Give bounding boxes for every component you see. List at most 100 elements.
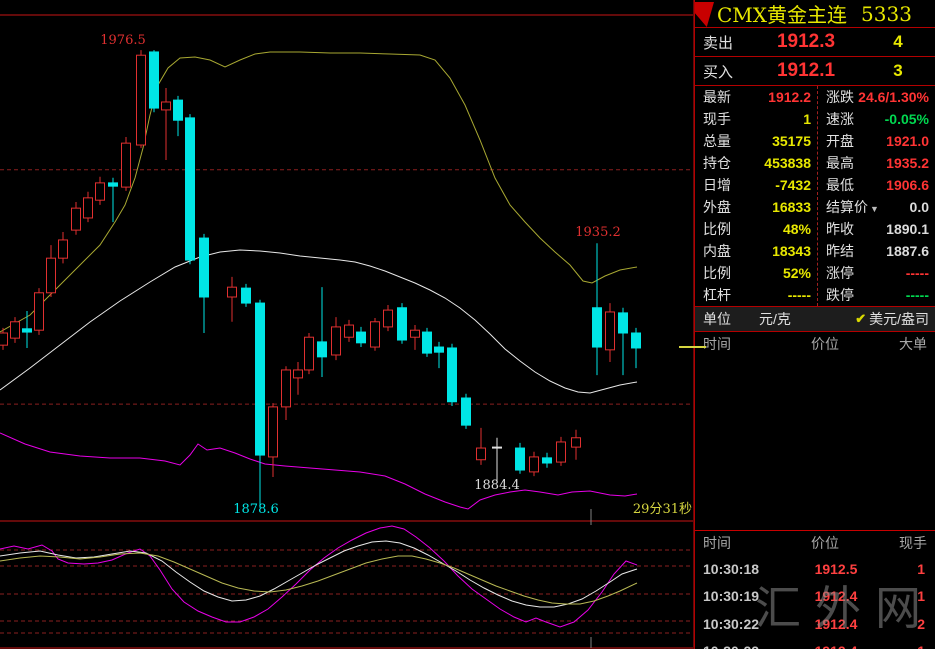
svg-text:1976.5: 1976.5 bbox=[100, 33, 146, 48]
stat-label: 昨收 bbox=[826, 219, 854, 239]
stat-label: 昨结 bbox=[826, 241, 854, 261]
svg-text:1935.2: 1935.2 bbox=[575, 225, 621, 240]
svg-text:29分31秒: 29分31秒 bbox=[633, 502, 692, 517]
stat-label: 比例 bbox=[703, 219, 731, 239]
stat-row: 最高 1935.2 bbox=[818, 152, 935, 174]
trade-price: 1912.4 bbox=[785, 643, 887, 649]
trade-qty: 1 bbox=[887, 561, 935, 577]
ask-qty: 4 bbox=[861, 32, 935, 52]
stats-right-col: 涨跌24.6/1.30% 速涨-0.05%开盘 1921.0 最高 1935.2 最低 19… bbox=[817, 86, 935, 306]
trade-row: 10:30:181912.51 bbox=[695, 555, 935, 583]
stat-label: 涨停 bbox=[826, 263, 854, 283]
stat-label: 最新 bbox=[703, 87, 731, 107]
candlestick-chart[interactable]: 1976.5 1935.2 1884.4 1878.6 29分31秒 bbox=[0, 0, 695, 649]
stat-row: 内盘18343 bbox=[695, 240, 817, 262]
trade-price: 1912.4 bbox=[785, 616, 887, 632]
trades-col-price: 价位 bbox=[775, 533, 875, 553]
trade-row: 10:30:221912.41 bbox=[695, 638, 935, 649]
stat-value: ----- bbox=[788, 287, 811, 303]
stat-value: 48% bbox=[783, 221, 811, 237]
bid-qty: 3 bbox=[861, 61, 935, 81]
chevron-down-icon[interactable]: ▼ bbox=[870, 204, 879, 214]
stat-label: 速涨 bbox=[826, 109, 854, 129]
stat-value: ----- bbox=[906, 265, 929, 281]
stat-row: 速涨-0.05% bbox=[818, 108, 935, 130]
unit-row: 单位 元/克 ✔ 美元/盎司 bbox=[695, 306, 935, 332]
orders-col-price: 价位 bbox=[775, 334, 875, 354]
svg-text:1878.6: 1878.6 bbox=[233, 502, 279, 517]
stat-value: ----- bbox=[906, 287, 929, 303]
stat-row: 比例 52% bbox=[695, 262, 817, 284]
stat-row[interactable]: 结算价▼ 0.0 bbox=[818, 196, 935, 218]
stat-value: 18343 bbox=[772, 243, 811, 259]
stat-value: 1887.6 bbox=[886, 243, 929, 259]
trade-time: 10:30:18 bbox=[695, 561, 785, 577]
stat-label: 现手 bbox=[703, 109, 731, 129]
trade-time: 10:30:22 bbox=[695, 643, 785, 649]
trades-section: 时间 价位 现手 10:30:181912.5110:30:191912.411… bbox=[695, 530, 935, 648]
stat-label: 持仓 bbox=[703, 153, 731, 173]
stat-label: 涨跌 bbox=[826, 87, 854, 107]
trade-row: 10:30:221912.42 bbox=[695, 610, 935, 638]
stats-grid: 最新 1912.2 现手 1 总量 35175 持仓 453838 日增-7432外盘16833… bbox=[695, 86, 935, 306]
trade-price: 1912.4 bbox=[785, 588, 887, 604]
trade-qty: 1 bbox=[887, 588, 935, 604]
trade-time: 10:30:22 bbox=[695, 616, 785, 632]
stat-row: 涨停 ----- bbox=[818, 262, 935, 284]
contract-code: 5333 bbox=[861, 2, 912, 26]
unit-label: 单位 bbox=[695, 309, 731, 329]
bid-price: 1912.1 bbox=[751, 60, 861, 82]
instrument-title: CMX黄金主连 bbox=[717, 0, 847, 28]
stat-label: 总量 bbox=[703, 131, 731, 151]
quote-panel: CMX黄金主连 5333 卖出 1912.3 4 买入 1912.1 3 最新 1… bbox=[694, 0, 935, 649]
stat-value: 52% bbox=[783, 265, 811, 281]
stat-row: 昨收 1890.1 bbox=[818, 218, 935, 240]
stat-row: 持仓 453838 bbox=[695, 152, 817, 174]
stat-label: 外盘 bbox=[703, 197, 731, 217]
trades-rows: 10:30:181912.5110:30:191912.4110:30:2219… bbox=[695, 555, 935, 649]
stat-label: 开盘 bbox=[826, 131, 854, 151]
stat-label: 跌停 bbox=[826, 285, 854, 305]
trade-qty: 1 bbox=[887, 643, 935, 649]
stat-row: 最新 1912.2 bbox=[695, 86, 817, 108]
trades-col-time: 时间 bbox=[695, 533, 775, 553]
trade-qty: 2 bbox=[887, 616, 935, 632]
stat-label: 结算价▼ bbox=[826, 197, 879, 217]
stat-label: 比例 bbox=[703, 263, 731, 283]
bid-row[interactable]: 买入 1912.1 3 bbox=[695, 57, 935, 86]
chart-svg[interactable]: 1976.5 1935.2 1884.4 1878.6 29分31秒 bbox=[0, 0, 695, 649]
stat-value: 24.6/1.30% bbox=[858, 89, 929, 105]
stat-row: 开盘 1921.0 bbox=[818, 130, 935, 152]
ask-row[interactable]: 卖出 1912.3 4 bbox=[695, 28, 935, 57]
stat-row: 最低 1906.6 bbox=[818, 174, 935, 196]
stat-label: 最高 bbox=[826, 153, 854, 173]
stat-value: 1912.2 bbox=[768, 89, 811, 105]
stat-value: 1921.0 bbox=[886, 133, 929, 149]
stat-row: 外盘16833 bbox=[695, 196, 817, 218]
instrument-titlebar: CMX黄金主连 5333 bbox=[695, 0, 935, 28]
trade-row: 10:30:191912.41 bbox=[695, 583, 935, 611]
unit-toggle-usd-oz[interactable]: ✔ 美元/盎司 bbox=[855, 309, 935, 329]
svg-text:1884.4: 1884.4 bbox=[474, 478, 520, 493]
stat-label: 杠杆 bbox=[703, 285, 731, 305]
ask-price: 1912.3 bbox=[751, 31, 861, 53]
stat-value: 35175 bbox=[772, 133, 811, 149]
orders-table-header: 时间 价位 大单 bbox=[695, 332, 935, 356]
stat-row: 跌停 ----- bbox=[818, 284, 935, 306]
stat-value: 1890.1 bbox=[886, 221, 929, 237]
stat-value: 1 bbox=[803, 111, 811, 127]
stat-value: 453838 bbox=[764, 155, 811, 171]
stat-value: 1906.6 bbox=[886, 177, 929, 193]
stat-value: 1935.2 bbox=[886, 155, 929, 171]
stat-row: 杠杆 ----- bbox=[695, 284, 817, 306]
stat-value: -7432 bbox=[775, 177, 811, 193]
unit-alt-label: 美元/盎司 bbox=[869, 309, 929, 329]
ask-label: 卖出 bbox=[695, 32, 751, 53]
stat-row: 比例 48% bbox=[695, 218, 817, 240]
stat-row: 昨结 1887.6 bbox=[818, 240, 935, 262]
stat-row: 总量 35175 bbox=[695, 130, 817, 152]
stat-value: 0.0 bbox=[910, 199, 929, 215]
stat-label: 最低 bbox=[826, 175, 854, 195]
stat-row: 现手 1 bbox=[695, 108, 817, 130]
stat-row: 日增-7432 bbox=[695, 174, 817, 196]
